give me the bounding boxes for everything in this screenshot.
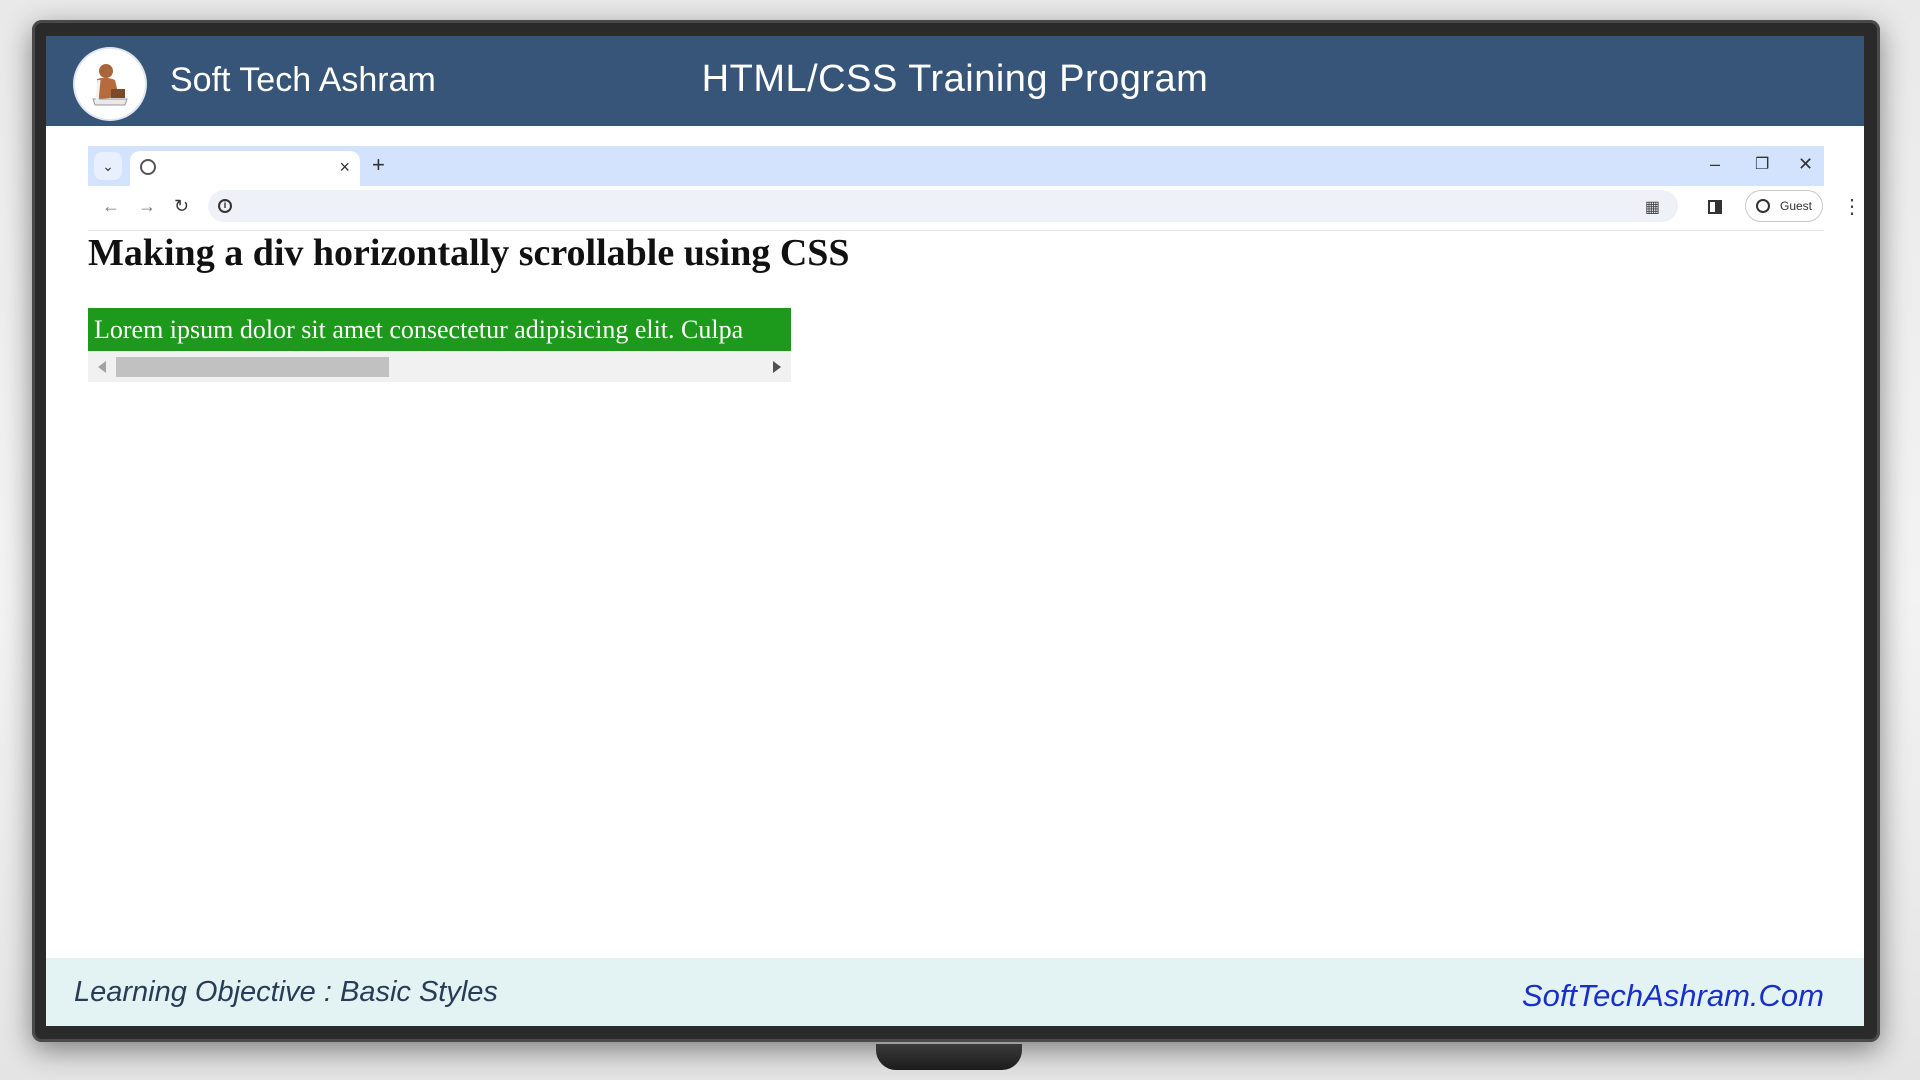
course-banner: Soft Tech Ashram HTML/CSS Training Progr… <box>46 36 1864 126</box>
monitor-stand <box>876 1044 1022 1070</box>
chevron-down-icon: ⌄ <box>102 158 114 174</box>
back-icon[interactable]: ← <box>102 196 120 217</box>
profile-button[interactable]: Guest <box>1745 190 1823 222</box>
site-link[interactable]: SoftTechAshram.Com <box>1522 978 1824 1014</box>
profile-avatar-icon <box>1756 199 1770 213</box>
address-bar[interactable]: i ▦ <box>208 190 1678 222</box>
globe-icon <box>140 159 156 175</box>
course-footer: Learning Objective : Basic Styles SoftTe… <box>46 958 1864 1026</box>
close-window-icon[interactable]: ✕ <box>1798 154 1813 175</box>
profile-label: Guest <box>1780 199 1813 213</box>
minimize-icon[interactable]: – <box>1710 154 1720 175</box>
tab-strip: ⌄ × + – ❐ ✕ <box>88 146 1824 186</box>
scroll-content: Lorem ipsum dolor sit amet consectetur a… <box>88 308 791 351</box>
new-tab-button[interactable]: + <box>372 152 385 178</box>
more-menu-icon[interactable]: ⋮ <box>1842 194 1862 219</box>
reload-icon[interactable]: ↻ <box>174 196 189 217</box>
page-heading: Making a div horizontally scrollable usi… <box>88 232 850 274</box>
site-info-icon[interactable]: i <box>218 199 232 213</box>
tab-search-dropdown[interactable]: ⌄ <box>94 152 122 180</box>
scroll-right-arrow-icon[interactable] <box>773 361 781 373</box>
scrollbar-thumb[interactable] <box>116 357 389 377</box>
forward-icon[interactable]: → <box>138 196 156 217</box>
horizontal-scroll-div[interactable]: Lorem ipsum dolor sit amet consectetur a… <box>88 308 791 382</box>
horizontal-scrollbar[interactable] <box>88 351 791 382</box>
tab-close-icon[interactable]: × <box>339 157 350 178</box>
qr-code-icon[interactable]: ▦ <box>1645 197 1660 217</box>
monitor-frame: Soft Tech Ashram HTML/CSS Training Progr… <box>32 20 1880 1042</box>
scroll-left-arrow-icon[interactable] <box>98 361 106 373</box>
learning-objective: Learning Objective : Basic Styles <box>74 976 498 1008</box>
course-title: HTML/CSS Training Program <box>701 58 1209 100</box>
restore-icon[interactable]: ❐ <box>1755 154 1769 174</box>
screen: Soft Tech Ashram HTML/CSS Training Progr… <box>46 36 1864 1026</box>
side-panel-icon[interactable] <box>1708 200 1722 214</box>
browser-toolbar: ← → ↻ i ▦ Guest ⋮ <box>88 186 1862 231</box>
browser-tab[interactable]: × <box>130 151 360 186</box>
